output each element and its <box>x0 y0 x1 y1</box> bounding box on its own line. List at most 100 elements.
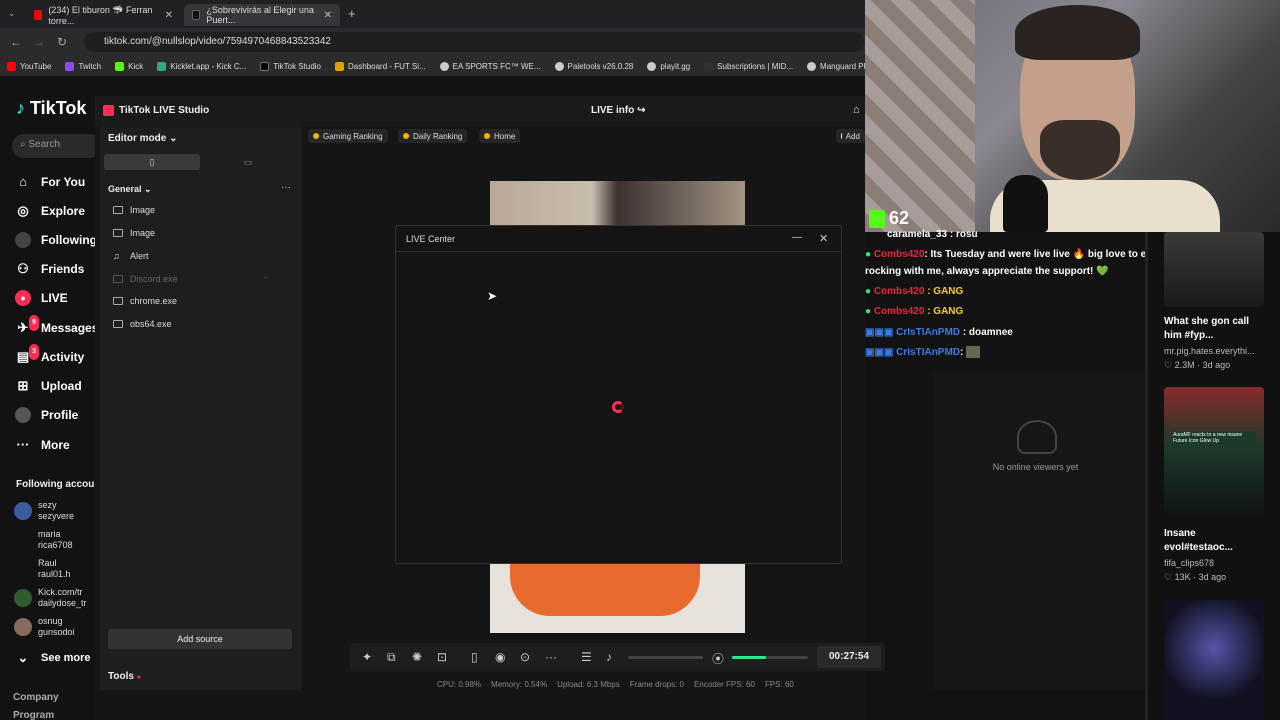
speaker-icon[interactable]: ♪ <box>606 650 612 664</box>
following-account[interactable]: Raul raul01.h <box>14 558 71 580</box>
nav-profile[interactable]: Profile <box>15 407 78 423</box>
record-icon[interactable]: ◉ <box>495 650 505 664</box>
nav-following[interactable]: Following <box>15 232 97 248</box>
gaming-ranking-pill[interactable]: Gaming Ranking <box>308 129 388 143</box>
general-section[interactable]: General ⌄ <box>108 184 152 195</box>
following-account[interactable]: maria rica6708 <box>14 529 73 551</box>
account-name: Raul <box>38 558 57 568</box>
video-title[interactable]: Insane evol#testaoc... <box>1164 527 1233 555</box>
search-input[interactable]: ⌕ Search <box>12 134 102 158</box>
logo-text: TikTok <box>30 98 87 118</box>
bookmark-twitch[interactable]: Twitch <box>58 61 108 71</box>
nav-more[interactable]: ··· More <box>15 437 70 453</box>
pill-label: Gaming Ranking <box>323 131 383 141</box>
bookmark-youtube[interactable]: YouTube <box>0 61 58 71</box>
bookmark-kick[interactable]: Kick <box>108 61 150 71</box>
daily-ranking-pill[interactable]: Daily Ranking <box>398 129 468 143</box>
tools-section[interactable]: Tools ● <box>100 664 302 690</box>
home-pill[interactable]: Home <box>479 129 521 143</box>
screen-icon[interactable]: ⊡ <box>437 650 447 664</box>
nav-friends[interactable]: ⚇ Friends <box>15 261 84 277</box>
more-icon[interactable]: ··· <box>545 650 557 664</box>
nav-label: Upload <box>41 379 82 393</box>
editor-mode-dropdown[interactable]: Editor mode ⌄ <box>108 133 178 144</box>
bookmark-subscriptions[interactable]: Subscriptions | MID... <box>697 61 800 71</box>
bookmark-paletools[interactable]: Paletools v26.0.28 <box>548 61 641 71</box>
nav-upload[interactable]: ⊞ Upload <box>15 378 82 394</box>
tab-list-icon[interactable]: ⌄ <box>8 8 16 19</box>
bookmark-futbin[interactable]: Dashboard - FUT Si... <box>328 61 433 71</box>
bookmark-tiktok-studio[interactable]: TikTok Studio <box>253 61 328 71</box>
bookmark-playit[interactable]: playit.gg <box>640 61 697 71</box>
landscape-mode-button[interactable]: ▭ <box>200 154 296 170</box>
reload-icon[interactable]: ↻ <box>57 35 67 49</box>
nav-messages[interactable]: ✈ 9 Messages <box>15 315 98 336</box>
avatar <box>14 531 32 549</box>
nav-explore[interactable]: ◎ Explore <box>15 203 85 219</box>
following-account[interactable]: Kick.com/tr dailydose_tr <box>14 587 87 609</box>
source-item[interactable]: obs64.exe <box>113 319 172 329</box>
bookmark-kicklet[interactable]: Kicklet.app - Kick C... <box>150 61 253 71</box>
effects-icon[interactable]: ✺ <box>412 650 422 664</box>
chat-text: : doamnee <box>962 327 1013 338</box>
portrait-mode-button[interactable]: ▯ <box>104 154 200 170</box>
source-item[interactable]: Discord.exe <box>113 274 178 284</box>
see-more-button[interactable]: ⌄ See more <box>15 650 91 666</box>
phone-icon[interactable]: ▯ <box>471 650 478 664</box>
forward-icon[interactable]: → <box>33 35 45 49</box>
mic-volume-slider[interactable] <box>732 656 808 659</box>
microphone-icon[interactable]: ⦿ <box>712 650 724 667</box>
tab-youtube[interactable]: (234) El tiburon 🦈 Ferran torre... ✕ <box>26 4 181 26</box>
live-icon: ● <box>15 290 31 306</box>
video-thumbnail[interactable] <box>1164 600 1264 720</box>
new-tab-button[interactable]: + <box>348 6 356 21</box>
chevron-down-icon: ⌄ <box>17 650 29 665</box>
chat-user: caramela_33 <box>887 229 948 240</box>
feed-scrollbar[interactable] <box>1145 232 1148 720</box>
chat-user: Combs420 <box>873 249 925 260</box>
nav-live[interactable]: ● LIVE <box>15 290 68 306</box>
video-author[interactable]: mr.pig.hates.everythi... <box>1164 346 1255 356</box>
account-name: osnug <box>38 616 63 626</box>
chat-user: Combs420 <box>873 286 925 297</box>
settings-sliders-icon[interactable]: ☰ <box>581 650 592 664</box>
layers-icon[interactable]: ⧉ <box>387 650 396 665</box>
source-item[interactable]: Image <box>113 228 155 238</box>
trophy-icon <box>403 133 409 139</box>
url-field[interactable]: tiktok.com/@nullslop/video/7594970468843… <box>84 32 864 52</box>
add-source-button[interactable]: Add source <box>108 629 292 649</box>
bookmark-label: EA SPORTS FC™ WE... <box>452 61 541 71</box>
close-icon[interactable]: ✕ <box>819 232 828 245</box>
source-item[interactable]: chrome.exe <box>113 296 177 306</box>
video-thumbnail[interactable]: AuraMF reacts to a new insane Future Ico… <box>1164 387 1264 520</box>
source-item[interactable]: Image <box>113 205 155 215</box>
hidden-icon[interactable]: ⌣ <box>263 272 269 283</box>
footer-program[interactable]: Program <box>13 710 54 720</box>
close-icon[interactable]: ✕ <box>324 10 332 21</box>
see-more-label: See more <box>41 652 91 664</box>
minimize-icon[interactable]: — <box>792 232 802 243</box>
footer-company[interactable]: Company <box>13 692 59 703</box>
following-account[interactable]: sezy sezyvere <box>14 500 74 522</box>
bookmark-label: Paletools v26.0.28 <box>567 61 634 71</box>
nav-activity[interactable]: ▤ 3 Activity <box>15 344 84 365</box>
magic-icon[interactable]: ✦ <box>362 650 372 664</box>
nav-for-you[interactable]: ⌂ For You <box>15 174 85 190</box>
account-handle: rica6708 <box>38 540 73 550</box>
tab-tiktok[interactable]: ¿Sobrevivirás al Elegir una Puert... ✕ <box>184 4 340 26</box>
more-options-icon[interactable]: ··· <box>281 182 291 193</box>
live-info-button[interactable]: LIVE info ↪ <box>591 105 646 116</box>
bookmark-ea[interactable]: EA SPORTS FC™ WE... <box>433 61 548 71</box>
following-account[interactable]: osnug gunsodoi <box>14 616 75 638</box>
tiktok-logo[interactable]: ♪ TikTok <box>16 98 86 119</box>
source-item[interactable]: ♫ Alert <box>113 251 149 261</box>
close-icon[interactable]: ✕ <box>165 10 173 21</box>
home-icon[interactable]: ⌂ <box>853 104 860 116</box>
camera-icon[interactable]: ⊙ <box>520 650 530 664</box>
video-author[interactable]: fifa_clips678 <box>1164 558 1214 568</box>
add-pill[interactable]: Add <box>836 129 865 143</box>
speaker-volume-slider[interactable] <box>628 656 703 659</box>
back-icon[interactable]: ← <box>10 35 22 49</box>
video-thumbnail[interactable] <box>1164 232 1264 307</box>
video-title[interactable]: What she gon call him #fyp... <box>1164 315 1249 343</box>
